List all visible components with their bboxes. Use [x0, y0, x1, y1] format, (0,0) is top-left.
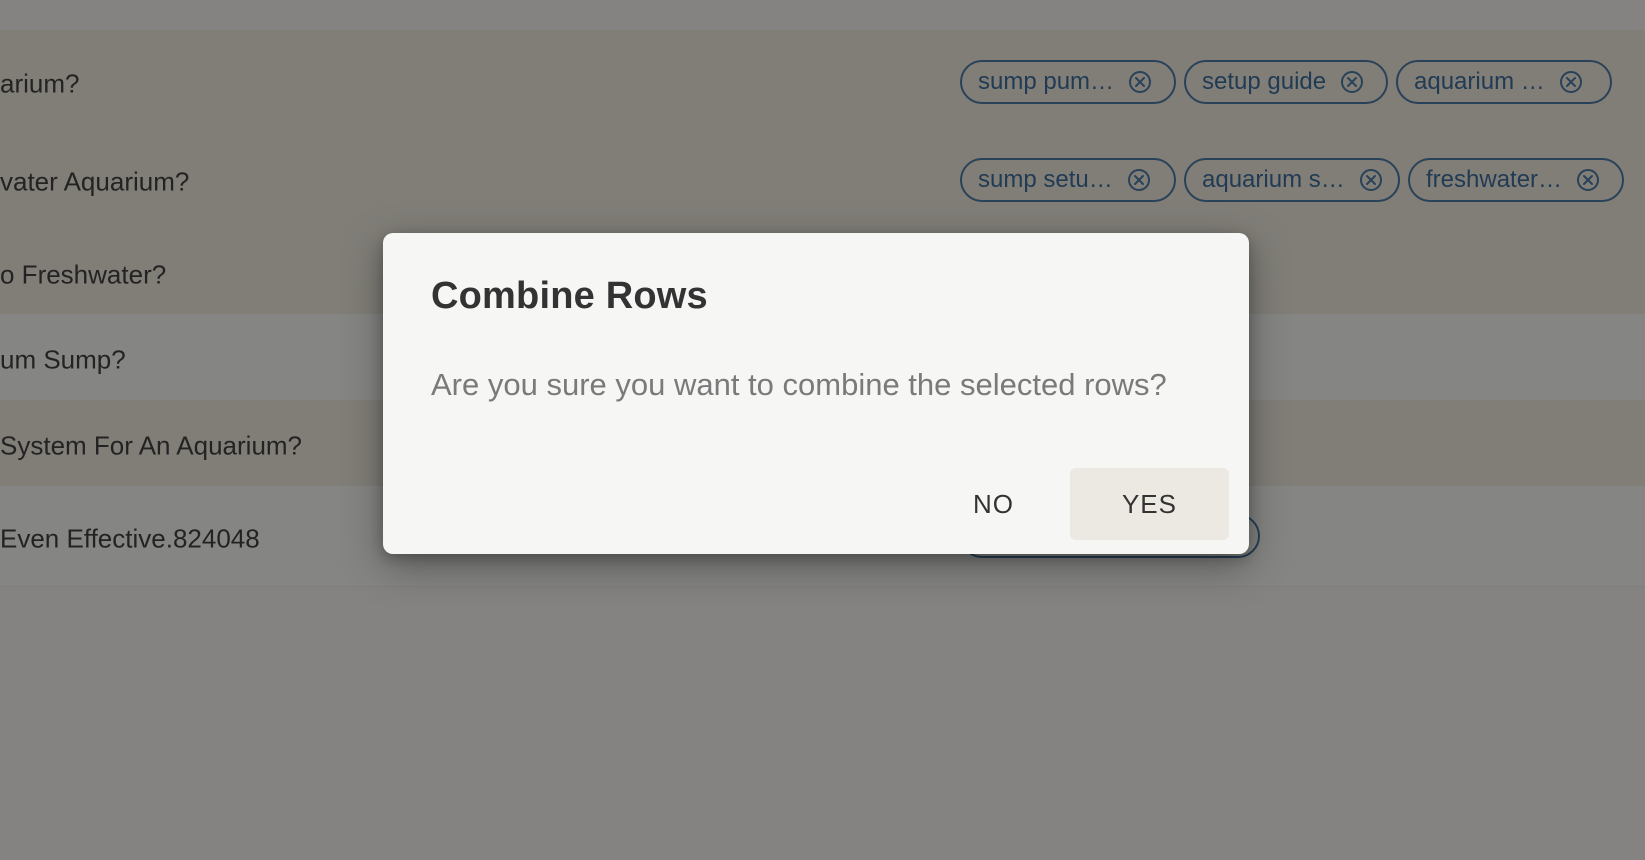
dialog-actions: NO YES — [931, 468, 1229, 540]
no-button[interactable]: NO — [931, 468, 1056, 540]
yes-button[interactable]: YES — [1069, 468, 1229, 540]
dialog-message: Are you sure you want to combine the sel… — [431, 367, 1167, 402]
dialog-title: Combine Rows — [431, 275, 708, 317]
combine-rows-dialog: Combine Rows Are you sure you want to co… — [383, 233, 1249, 554]
